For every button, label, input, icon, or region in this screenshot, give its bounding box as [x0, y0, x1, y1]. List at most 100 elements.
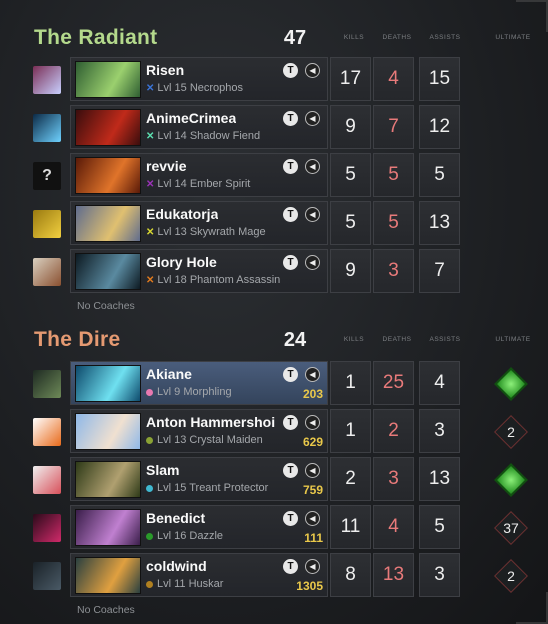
player-color-x-icon: ✕ — [146, 83, 155, 94]
text-chat-button[interactable]: T — [283, 367, 298, 382]
radiant-score: 47 — [283, 27, 307, 49]
player-card[interactable]: Glory Hole ✕ Lvl 18 Phantom Assassin T ◀ — [70, 249, 328, 293]
text-chat-button[interactable]: T — [283, 207, 298, 222]
player-row[interactable]: Benedict Lvl 16 Dazzle T ◀ 111 11 4 5 37 — [0, 505, 548, 551]
player-name[interactable]: revvie — [146, 158, 186, 174]
text-chat-button[interactable]: T — [283, 559, 298, 574]
text-chat-button[interactable]: T — [283, 111, 298, 126]
player-hero-info: Lvl 9 Morphling — [146, 386, 232, 398]
player-card[interactable]: AnimeCrimea ✕ Lvl 14 Shadow Fiend T ◀ — [70, 105, 328, 149]
player-card[interactable]: Akiane Lvl 9 Morphling T ◀ 203 — [70, 361, 328, 405]
ultimate-status-icon — [494, 367, 528, 401]
player-name[interactable]: Benedict — [146, 510, 205, 526]
player-hero-info: ✕ Lvl 15 Necrophos — [146, 82, 243, 94]
player-avatar-icon[interactable] — [33, 114, 61, 142]
voice-mute-button[interactable]: ◀ — [305, 255, 320, 270]
assists-cell: 12 — [419, 105, 460, 149]
dire-score: 24 — [283, 329, 307, 351]
deaths-cell: 25 — [373, 361, 414, 405]
player-row[interactable]: Slam Lvl 15 Treant Protector T ◀ 759 2 3 13 — [0, 457, 548, 503]
text-chat-button[interactable]: T — [283, 255, 298, 270]
player-level: Lvl 9 — [157, 386, 181, 398]
assists-cell: 3 — [419, 553, 460, 597]
deaths-column-header: DEATHS — [382, 34, 412, 41]
deaths-column-header: DEATHS — [382, 336, 412, 343]
text-chat-button[interactable]: T — [283, 159, 298, 174]
player-avatar-icon[interactable] — [33, 418, 61, 446]
voice-mute-button[interactable]: ◀ — [305, 111, 320, 126]
player-row[interactable]: Glory Hole ✕ Lvl 18 Phantom Assassin T ◀ 9 3 7 — [0, 249, 548, 295]
text-chat-button[interactable]: T — [283, 63, 298, 78]
deaths-cell: 2 — [373, 409, 414, 453]
player-color-dot — [146, 436, 153, 444]
hero-portrait-icon — [75, 157, 141, 194]
player-card[interactable]: Anton Hammershoi Lvl 13 Crystal Maiden T ◀ 6… — [70, 409, 328, 453]
player-avatar-icon[interactable] — [33, 258, 61, 286]
player-name[interactable]: Akiane — [146, 366, 192, 382]
player-card[interactable]: revvie ✕ Lvl 14 Ember Spirit T ◀ — [70, 153, 328, 197]
player-row[interactable]: ? revvie ✕ Lvl 14 Ember Spirit T ◀ 5 5 5 — [0, 153, 548, 199]
hero-name: Dazzle — [189, 530, 224, 542]
voice-mute-button[interactable]: ◀ — [305, 463, 320, 478]
player-name[interactable]: Risen — [146, 62, 184, 78]
player-row[interactable]: coldwind Lvl 11 Huskar T ◀ 1305 8 13 3 2 — [0, 553, 548, 599]
player-color-dot — [146, 580, 153, 588]
kills-cell: 5 — [330, 153, 371, 197]
player-card[interactable]: Slam Lvl 15 Treant Protector T ◀ 759 — [70, 457, 328, 501]
hero-name: Treant Protector — [189, 482, 269, 494]
player-row[interactable]: Edukatorja ✕ Lvl 13 Skywrath Mage T ◀ 5 5 13 — [0, 201, 548, 247]
voice-mute-button[interactable]: ◀ — [305, 63, 320, 78]
player-level: Lvl 13 — [157, 434, 187, 446]
unknown-avatar-icon: ? — [33, 162, 61, 190]
player-row[interactable]: Akiane Lvl 9 Morphling T ◀ 203 1 25 4 — [0, 361, 548, 407]
text-chat-button[interactable]: T — [283, 415, 298, 430]
voice-mute-button[interactable]: ◀ — [305, 159, 320, 174]
text-chat-button[interactable]: T — [283, 511, 298, 526]
ultimate-cooldown: 37 — [503, 520, 519, 536]
player-name[interactable]: coldwind — [146, 558, 207, 574]
player-avatar-icon[interactable] — [33, 562, 61, 590]
kills-cell: 9 — [330, 105, 371, 149]
hero-name: Phantom Assassin — [189, 274, 281, 286]
hero-name: Necrophos — [189, 82, 244, 94]
player-avatar-icon[interactable] — [33, 514, 61, 542]
voice-mute-button[interactable]: ◀ — [305, 415, 320, 430]
player-avatar-icon[interactable] — [33, 370, 61, 398]
assists-cell: 13 — [419, 201, 460, 245]
player-level: Lvl 14 — [157, 130, 187, 142]
player-hero-info: ✕ Lvl 18 Phantom Assassin — [146, 274, 280, 286]
player-level: Lvl 13 — [157, 226, 187, 238]
player-card[interactable]: coldwind Lvl 11 Huskar T ◀ 1305 — [70, 553, 328, 597]
assists-cell: 5 — [419, 505, 460, 549]
player-avatar-icon[interactable] — [33, 210, 61, 238]
voice-mute-button[interactable]: ◀ — [305, 511, 320, 526]
player-gold: 203 — [302, 387, 323, 401]
player-level: Lvl 15 — [157, 82, 187, 94]
player-card[interactable]: Edukatorja ✕ Lvl 13 Skywrath Mage T ◀ — [70, 201, 328, 245]
voice-mute-button[interactable]: ◀ — [305, 559, 320, 574]
voice-mute-button[interactable]: ◀ — [305, 367, 320, 382]
assists-cell: 7 — [419, 249, 460, 293]
player-name[interactable]: Edukatorja — [146, 206, 218, 222]
player-hero-info: Lvl 13 Crystal Maiden — [146, 434, 263, 446]
player-level: Lvl 16 — [157, 530, 187, 542]
voice-mute-button[interactable]: ◀ — [305, 207, 320, 222]
player-row[interactable]: Risen ✕ Lvl 15 Necrophos T ◀ 17 4 15 — [0, 57, 548, 103]
player-avatar-icon[interactable] — [33, 466, 61, 494]
player-name[interactable]: Anton Hammershoi — [146, 414, 275, 430]
dire-header: The Dire 24 KILLS DEATHS ASSISTS ULTIMAT… — [0, 326, 548, 356]
player-name[interactable]: Slam — [146, 462, 179, 478]
player-row[interactable]: Anton Hammershoi Lvl 13 Crystal Maiden T ◀ 6… — [0, 409, 548, 455]
player-card[interactable]: Risen ✕ Lvl 15 Necrophos T ◀ — [70, 57, 328, 101]
player-card[interactable]: Benedict Lvl 16 Dazzle T ◀ 111 — [70, 505, 328, 549]
player-level: Lvl 18 — [157, 274, 187, 286]
player-level: Lvl 15 — [157, 482, 187, 494]
player-name[interactable]: AnimeCrimea — [146, 110, 236, 126]
player-name[interactable]: Glory Hole — [146, 254, 217, 270]
radiant-header: The Radiant 47 KILLS DEATHS ASSISTS ULTI… — [0, 24, 548, 54]
player-row[interactable]: AnimeCrimea ✕ Lvl 14 Shadow Fiend T ◀ 9 7 12 — [0, 105, 548, 151]
assists-cell: 3 — [419, 409, 460, 453]
assists-cell: 5 — [419, 153, 460, 197]
text-chat-button[interactable]: T — [283, 463, 298, 478]
player-avatar-icon[interactable] — [33, 66, 61, 94]
